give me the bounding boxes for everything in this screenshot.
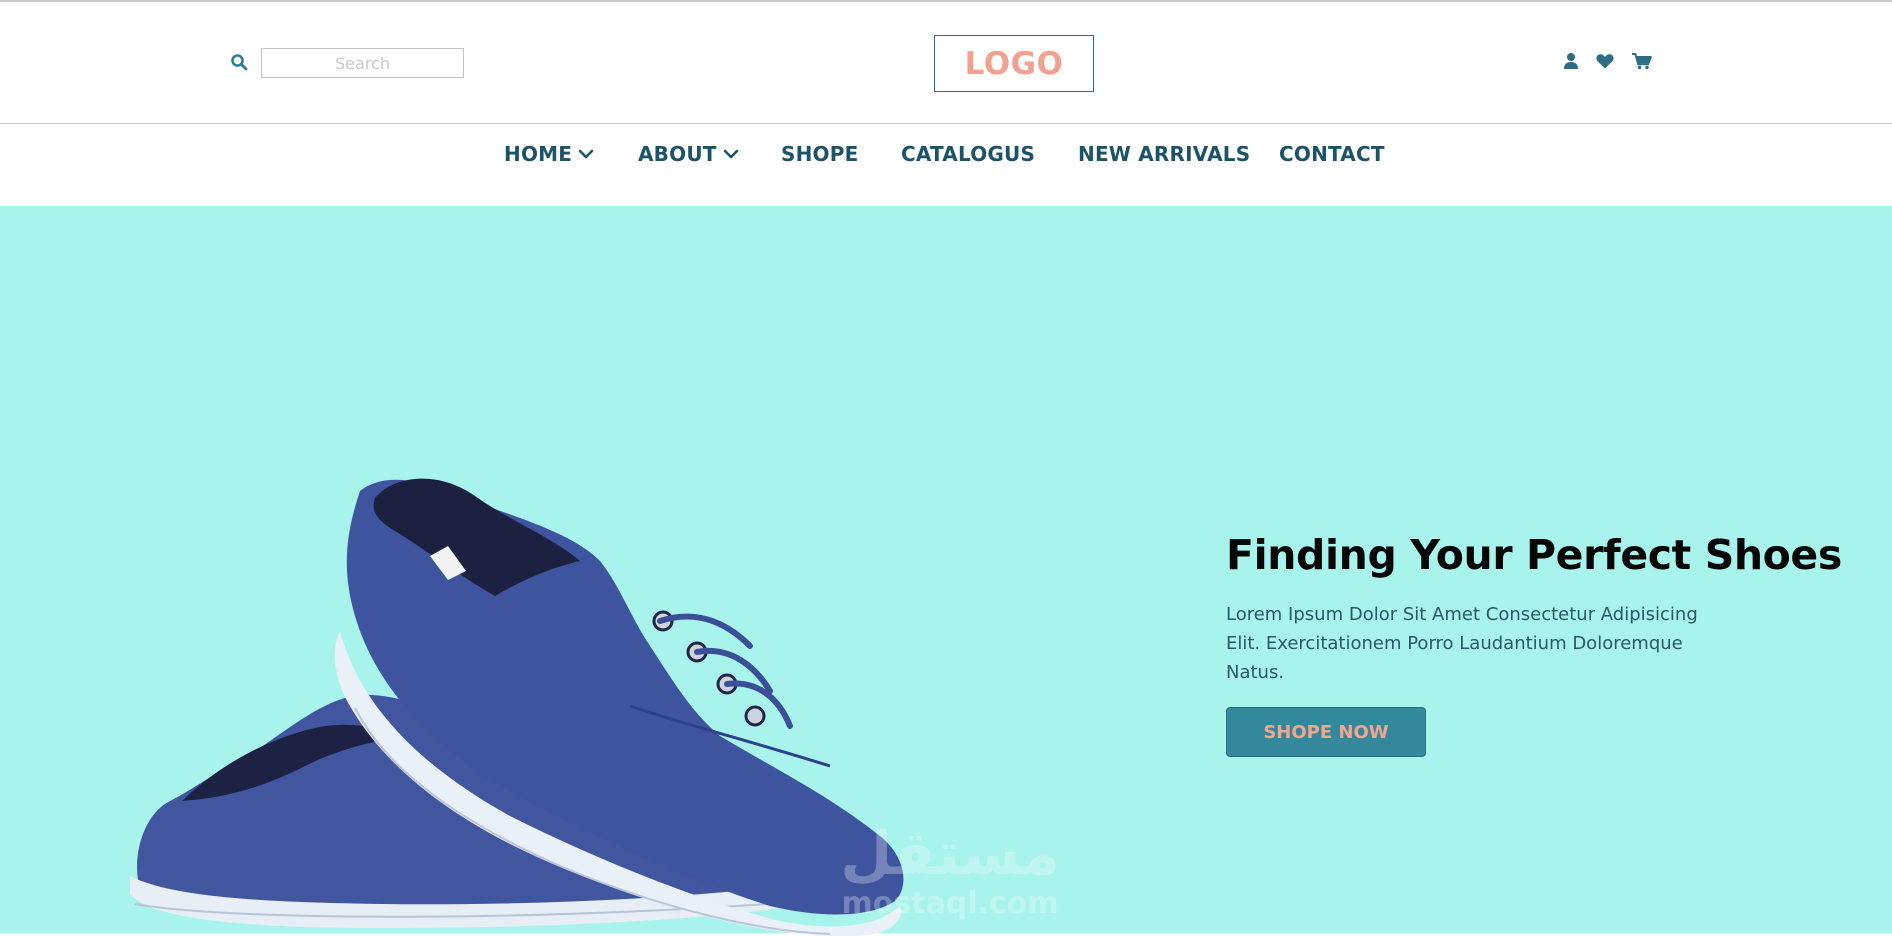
shop-now-button[interactable]: SHOPE NOW [1226, 707, 1426, 757]
watermark-latin: mostaql.com [841, 886, 1059, 921]
watermark-arabic-mark: مستقل [840, 819, 1059, 889]
chevron-down-icon [723, 149, 738, 159]
nav-item-shope[interactable]: SHOPE [781, 124, 858, 184]
nav-item-catalogus[interactable]: CATALOGUS [901, 124, 1035, 184]
nav-item-label: CATALOGUS [901, 142, 1036, 166]
main-nav: HOME ABOUT SHOPE CATALOGUS NEW ARRIVALS … [0, 124, 1892, 206]
hero-title: Finding Your Perfect Shoes [1226, 531, 1842, 579]
hero-banner: مستقل mostaql.com Finding Your Perfect S… [0, 206, 1892, 936]
watermark-arabic: مستقل [840, 819, 1059, 886]
nav-item-label: NEW ARRIVALS [1078, 142, 1251, 166]
site-logo[interactable]: LOGO [934, 35, 1094, 92]
nav-item-new-arrivals[interactable]: NEW ARRIVALS [1078, 124, 1250, 184]
nav-item-label: SHOPE [781, 142, 859, 166]
user-icon[interactable] [1561, 52, 1581, 70]
nav-item-home[interactable]: HOME [504, 124, 594, 184]
nav-item-label: HOME [504, 142, 573, 166]
chevron-down-icon [578, 149, 594, 159]
nav-item-about[interactable]: ABOUT [638, 124, 739, 184]
nav-item-label: CONTACT [1279, 142, 1385, 166]
shop-now-label: SHOPE NOW [1263, 721, 1389, 743]
nav-item-label: ABOUT [638, 142, 717, 166]
search-icon[interactable] [230, 53, 248, 71]
nav-item-contact[interactable]: CONTACT [1279, 124, 1385, 184]
watermark: مستقل mostaql.com [830, 816, 1070, 926]
site-header: LOGO [0, 2, 1892, 123]
cart-icon[interactable] [1631, 52, 1653, 70]
search-input[interactable] [261, 48, 464, 78]
logo-text: LOGO [964, 45, 1064, 82]
heart-icon[interactable] [1595, 52, 1615, 70]
hero-description: Lorem Ipsum Dolor Sit Amet Consectetur A… [1226, 604, 1698, 683]
